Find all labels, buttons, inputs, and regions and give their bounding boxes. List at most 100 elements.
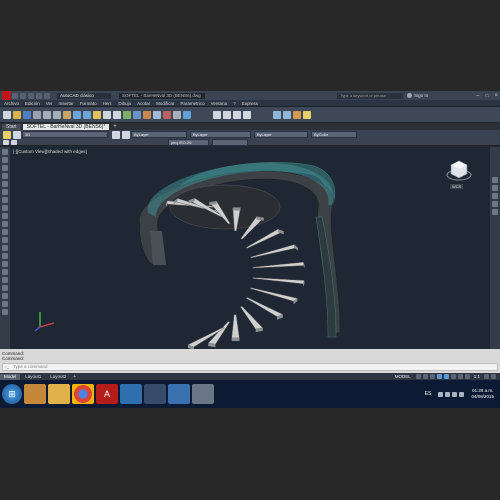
folder-app-icon[interactable]	[24, 384, 46, 404]
table-tool-icon[interactable]	[2, 261, 8, 267]
undo-icon[interactable]	[73, 110, 81, 119]
copy-tool-icon[interactable]	[2, 285, 8, 291]
redo-icon[interactable]	[83, 110, 91, 119]
new-icon[interactable]	[3, 110, 11, 119]
line-tool-icon[interactable]	[2, 149, 8, 155]
polar-icon[interactable]	[436, 374, 442, 379]
extra-dropdown[interactable]	[212, 138, 248, 146]
text-style-icon[interactable]	[213, 110, 221, 119]
spline-tool-icon[interactable]	[2, 197, 8, 203]
clock[interactable]: 01:28 a.m. 04/08/2015	[471, 388, 494, 400]
copy-icon[interactable]	[53, 110, 61, 119]
properties-icon[interactable]	[123, 110, 131, 119]
hatch-tool-icon[interactable]	[2, 237, 8, 243]
markup-icon[interactable]	[163, 110, 171, 119]
quick-access-open-button[interactable]	[20, 92, 26, 99]
menu-ventana[interactable]: Ventana	[211, 101, 228, 106]
language-indicator[interactable]: ES	[425, 391, 432, 397]
dimstyle-dropdown[interactable]: peq.ISO-25	[168, 138, 209, 146]
menu-acotar[interactable]: Acotar	[137, 101, 150, 106]
autocad-app-icon[interactable]: A	[96, 384, 118, 404]
open-icon[interactable]	[13, 110, 21, 119]
help-icon[interactable]	[183, 110, 191, 119]
explorer-app-icon[interactable]	[48, 384, 70, 404]
visual-style-icon[interactable]	[273, 110, 281, 119]
otrack-icon[interactable]	[450, 374, 456, 379]
mtext-tool-icon[interactable]	[2, 269, 8, 275]
command-input[interactable]: ›_ Type a command	[2, 363, 498, 371]
layer-dropdown[interactable]: 3D	[22, 131, 108, 138]
quick-access-new-button[interactable]	[12, 92, 18, 99]
polyline-tool-icon[interactable]	[2, 157, 8, 163]
tab-model[interactable]: Model	[0, 373, 21, 380]
paste-icon[interactable]	[63, 110, 71, 119]
zoom-nav-icon[interactable]	[492, 193, 498, 199]
tray-battery-icon[interactable]	[459, 391, 465, 397]
drawing-viewport[interactable]: [-][Custom View][Shaded with edges] WCS	[10, 147, 490, 349]
layer-state-icon[interactable]	[13, 130, 21, 139]
mirror-tool-icon[interactable]	[2, 293, 8, 299]
tab-layout2[interactable]: Layout2	[46, 374, 70, 380]
app6-icon[interactable]	[144, 384, 166, 404]
zoom-icon[interactable]	[103, 110, 111, 119]
grid-icon[interactable]	[415, 374, 421, 379]
viewcube[interactable]: WCS	[444, 157, 474, 191]
quick-access-undo-button[interactable]	[36, 92, 42, 99]
osnap-icon[interactable]	[3, 139, 9, 145]
save-icon[interactable]	[23, 110, 31, 119]
lineweight-dropdown[interactable]: ByLayer	[254, 131, 308, 138]
app8-icon[interactable]	[192, 384, 214, 404]
table-style-icon[interactable]	[233, 110, 241, 119]
search-input[interactable]: Type a keyword or phrase	[337, 92, 404, 99]
rectangle-tool-icon[interactable]	[2, 173, 8, 179]
wcs-label[interactable]: WCS	[450, 184, 464, 189]
ortho-icon[interactable]	[429, 374, 435, 379]
menu-dibujo[interactable]: Dibujo	[118, 101, 131, 106]
menu-ayuda[interactable]: ?	[233, 101, 236, 106]
steering-wheel-icon[interactable]	[492, 177, 498, 183]
showmotion-icon[interactable]	[492, 209, 498, 215]
make-current-icon[interactable]	[112, 130, 120, 139]
annotation-scale[interactable]: 1:1	[474, 374, 480, 379]
close-button[interactable]: ×	[494, 93, 498, 99]
osnap-status-icon[interactable]	[443, 374, 449, 379]
layer-properties-icon[interactable]	[303, 110, 311, 119]
calculator-icon[interactable]	[173, 110, 181, 119]
dim-style-icon[interactable]	[223, 110, 231, 119]
app5-icon[interactable]	[120, 384, 142, 404]
quick-access-save-button[interactable]	[28, 92, 34, 99]
point-tool-icon[interactable]	[2, 229, 8, 235]
add-layout-button[interactable]: +	[73, 374, 76, 380]
menu-modificar[interactable]: Modificar	[156, 101, 174, 106]
pan-nav-icon[interactable]	[492, 185, 498, 191]
orbit-nav-icon[interactable]	[492, 201, 498, 207]
menu-archivo[interactable]: Archivo	[4, 101, 19, 106]
ellipse-tool-icon[interactable]	[2, 205, 8, 211]
workspace-gear-icon[interactable]	[484, 374, 489, 379]
zoom-window-icon[interactable]	[113, 110, 121, 119]
polygon-tool-icon[interactable]	[2, 165, 8, 171]
menu-formato[interactable]: Formato	[80, 101, 97, 106]
gradient-tool-icon[interactable]	[2, 245, 8, 251]
tray-network-icon[interactable]	[445, 391, 451, 397]
lineweight-icon[interactable]	[457, 374, 463, 379]
tool-palettes-icon[interactable]	[143, 110, 151, 119]
color-dropdown[interactable]: ByLayer	[131, 131, 187, 138]
user-icon[interactable]	[407, 93, 413, 98]
sign-in-link[interactable]: Sign In	[414, 93, 436, 98]
print-icon[interactable]	[33, 110, 41, 119]
chrome-app-icon[interactable]	[72, 384, 94, 404]
tab-start[interactable]: Start	[2, 123, 21, 130]
layer-manager-icon[interactable]	[3, 130, 11, 139]
tab-drawing[interactable]: SOFTEL - BarHeNval 3D (BENS6)*	[22, 123, 110, 130]
orbit-icon[interactable]	[283, 110, 291, 119]
render-icon[interactable]	[293, 110, 301, 119]
menu-express[interactable]: Express	[242, 101, 258, 106]
cut-icon[interactable]	[43, 110, 51, 119]
tray-flag-icon[interactable]	[438, 391, 444, 397]
maximize-button[interactable]: □	[485, 93, 488, 99]
layer-previous-icon[interactable]	[122, 130, 130, 139]
erase-tool-icon[interactable]	[2, 277, 8, 283]
insert-block-icon[interactable]	[2, 213, 8, 219]
design-center-icon[interactable]	[133, 110, 141, 119]
